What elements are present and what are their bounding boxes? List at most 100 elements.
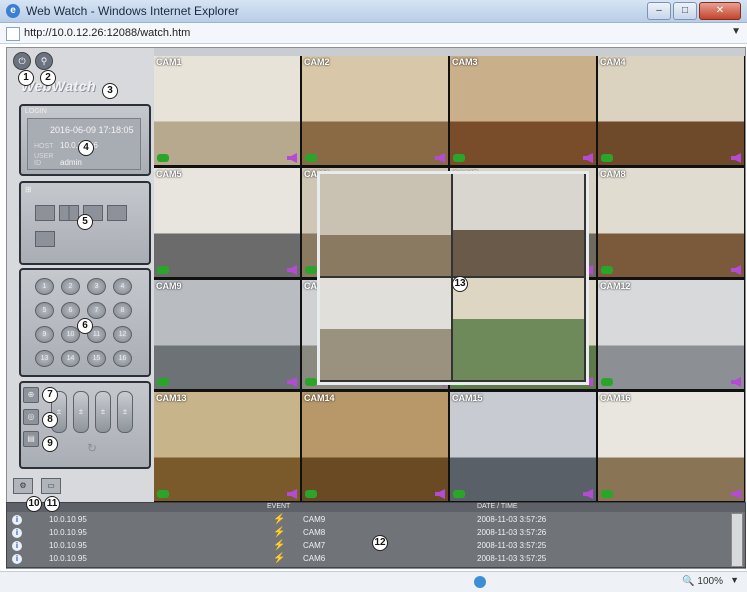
camera-label: CAM16	[600, 393, 631, 403]
callout-marker-1: 1	[18, 70, 34, 86]
camera-tile-4[interactable]: CAM4	[598, 56, 744, 165]
quad-view-button[interactable]	[59, 205, 79, 221]
speaker-icon[interactable]	[435, 153, 445, 163]
callout-marker-3: 3	[102, 83, 118, 99]
refresh-icon[interactable]: ↻	[87, 441, 97, 455]
channel-button-12[interactable]: 12	[113, 326, 132, 343]
camera-label: CAM3	[452, 57, 478, 67]
event-camera: CAM9	[303, 515, 326, 524]
address-url[interactable]: http://10.0.12.26:12088/watch.htm	[24, 27, 190, 39]
channel-button-3[interactable]: 3	[87, 278, 106, 295]
event-row[interactable]: i 10.0.10.95 ⚡ CAM6 2008-11-03 3:57:25	[7, 553, 731, 566]
speaker-icon[interactable]	[731, 153, 741, 163]
camera-label: CAM9	[156, 281, 182, 291]
event-ip: 10.0.10.95	[49, 554, 87, 563]
channel-button-8[interactable]: 8	[113, 302, 132, 319]
speaker-icon[interactable]	[583, 489, 593, 499]
ptz-icon[interactable]: ⊕	[23, 387, 39, 403]
info-icon: i	[12, 554, 22, 564]
speaker-icon[interactable]	[287, 153, 297, 163]
channel-button-7[interactable]: 7	[87, 302, 106, 319]
speaker-icon[interactable]	[731, 489, 741, 499]
camera-tile-12[interactable]: CAM12	[598, 280, 744, 389]
speaker-icon[interactable]	[435, 489, 445, 499]
speaker-icon[interactable]	[287, 377, 297, 387]
channel-button-5[interactable]: 5	[35, 302, 54, 319]
browser-title-bar: e Web Watch - Windows Internet Explorer …	[0, 0, 747, 23]
record-indicator-icon	[305, 378, 317, 386]
channel-button-6[interactable]: 6	[61, 302, 80, 319]
search-icon[interactable]: ⚲	[35, 52, 53, 70]
popup-view-2	[453, 174, 584, 276]
event-ip: 10.0.10.95	[49, 515, 87, 524]
address-bar[interactable]: http://10.0.12.26:12088/watch.htm ▼	[0, 23, 747, 44]
maximize-button[interactable]: □	[673, 2, 697, 20]
callout-marker-6: 6	[77, 318, 93, 334]
camera-label: CAM15	[452, 393, 483, 403]
motion-event-icon: ⚡	[273, 527, 286, 538]
preset-icon[interactable]: ▤	[23, 431, 39, 447]
fullscreen-button[interactable]	[35, 231, 55, 247]
speaker-icon[interactable]	[287, 265, 297, 275]
popup-view-1	[320, 174, 451, 276]
camera-tile-15[interactable]: CAM15	[450, 392, 596, 501]
camera-tile-3[interactable]: CAM3	[450, 56, 596, 165]
speaker-icon[interactable]	[731, 265, 741, 275]
display-tool-icon[interactable]: ▭	[41, 478, 61, 494]
callout-marker-8: 8	[42, 412, 58, 428]
camera-tile-1[interactable]: CAM1	[154, 56, 300, 165]
ptz-focus-button[interactable]: ±	[73, 391, 89, 433]
info-icon: i	[12, 528, 22, 538]
channel-button-4[interactable]: 4	[113, 278, 132, 295]
record-indicator-icon	[601, 266, 613, 274]
channel-button-9[interactable]: 9	[35, 326, 54, 343]
settings-tool-icon[interactable]: ⚙	[13, 478, 33, 494]
ptz-speed-button[interactable]: ±	[117, 391, 133, 433]
minimize-button[interactable]: –	[647, 2, 671, 20]
speaker-icon[interactable]	[731, 377, 741, 387]
channel-button-1[interactable]: 1	[35, 278, 54, 295]
camera-label: CAM1	[156, 57, 182, 67]
speaker-icon[interactable]	[583, 153, 593, 163]
record-indicator-icon	[601, 154, 613, 162]
popup-view-4	[453, 278, 584, 380]
camera-tile-16[interactable]: CAM16	[598, 392, 744, 501]
camera-label: CAM14	[304, 393, 335, 403]
single-view-button[interactable]	[35, 205, 55, 221]
logout-icon[interactable]: ⏻	[13, 52, 31, 70]
chevron-down-icon[interactable]: ▼	[731, 26, 741, 37]
channel-button-15[interactable]: 15	[87, 350, 106, 367]
event-log-scrollbar[interactable]	[731, 513, 743, 567]
zoom-dropdown-icon[interactable]: ▼	[730, 575, 739, 585]
camera-tile-9[interactable]: CAM9	[154, 280, 300, 389]
internet-zone-icon	[474, 576, 486, 588]
camera-tile-5[interactable]: CAM5	[154, 168, 300, 277]
camera-tile-13[interactable]: CAM13	[154, 392, 300, 501]
camera-tile-14[interactable]: CAM14	[302, 392, 448, 501]
sixteen-view-button[interactable]	[107, 205, 127, 221]
camera-tile-2[interactable]: CAM2	[302, 56, 448, 165]
motion-event-icon: ⚡	[273, 514, 286, 525]
camera-label: CAM5	[156, 169, 182, 179]
callout-marker-7: 7	[42, 387, 58, 403]
event-row[interactable]: i 10.0.10.95 ⚡ CAM7 2008-11-03 3:57:25	[7, 540, 731, 553]
focus-icon[interactable]: ◎	[23, 409, 39, 425]
status-bar: 🔍 100% ▼	[0, 571, 747, 592]
channel-button-16[interactable]: 16	[113, 350, 132, 367]
speaker-icon[interactable]	[287, 489, 297, 499]
record-indicator-icon	[157, 490, 169, 498]
close-button[interactable]: ✕	[699, 2, 741, 20]
motion-event-icon: ⚡	[273, 540, 286, 551]
camera-tile-8[interactable]: CAM8	[598, 168, 744, 277]
record-indicator-icon	[157, 154, 169, 162]
ptz-iris-button[interactable]: ±	[95, 391, 111, 433]
division-header-icon: ⊞	[25, 185, 32, 194]
zoom-level[interactable]: 🔍 100%	[682, 576, 723, 587]
event-row[interactable]: i 10.0.10.95 ⚡ CAM9 2008-11-03 3:57:26	[7, 514, 731, 527]
event-row[interactable]: i 10.0.10.95 ⚡ CAM8 2008-11-03 3:57:26	[7, 527, 731, 540]
record-indicator-icon	[305, 490, 317, 498]
info-icon: i	[12, 515, 22, 525]
channel-button-13[interactable]: 13	[35, 350, 54, 367]
channel-button-2[interactable]: 2	[61, 278, 80, 295]
channel-button-14[interactable]: 14	[61, 350, 80, 367]
